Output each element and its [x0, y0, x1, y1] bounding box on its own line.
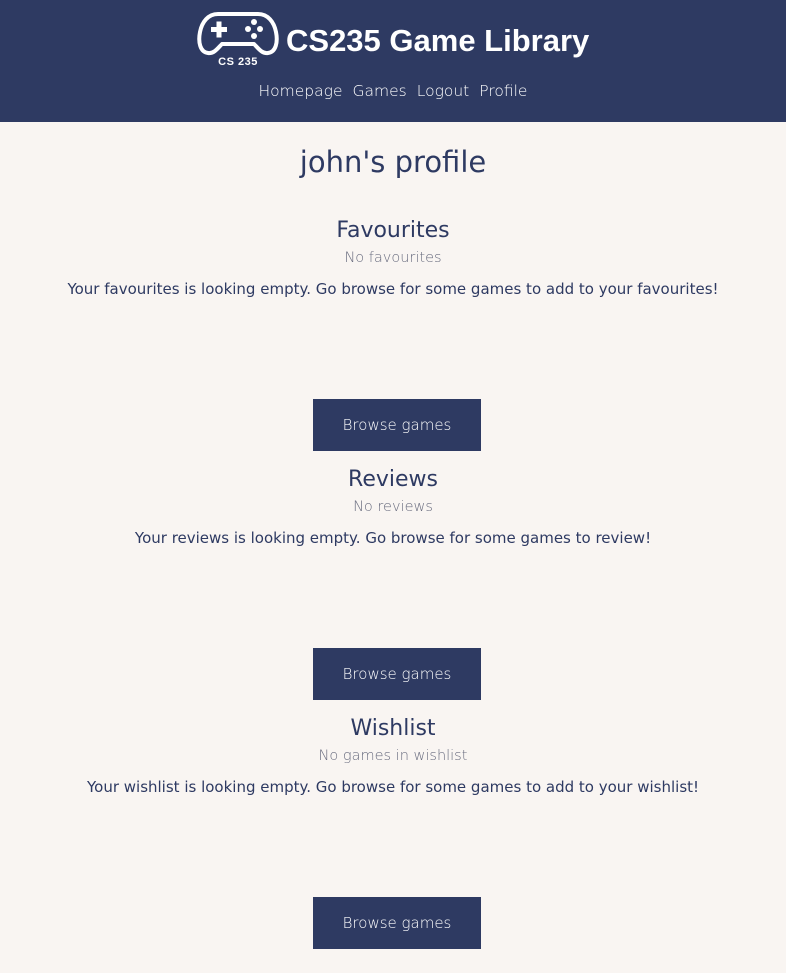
- wishlist-hint: Your wishlist is looking empty. Go brows…: [86, 778, 700, 796]
- reviews-section: Reviews No reviews Your reviews is looki…: [0, 465, 786, 700]
- wishlist-empty-text: No games in wishlist: [318, 748, 468, 764]
- reviews-heading: Reviews: [348, 467, 438, 492]
- page-title: john's profile: [299, 145, 487, 179]
- wishlist-browse-button[interactable]: Browse games: [313, 897, 481, 949]
- favourites-heading: Favourites: [336, 218, 450, 243]
- reviews-browse-button[interactable]: Browse games: [313, 648, 481, 700]
- wishlist-heading: Wishlist: [350, 716, 436, 741]
- favourites-hint: Your favourites is looking empty. Go bro…: [67, 280, 719, 298]
- reviews-hint: Your reviews is looking empty. Go browse…: [134, 529, 652, 547]
- favourites-empty-text: No favourites: [344, 250, 442, 266]
- favourites-section: Favourites No favourites Your favourites…: [0, 216, 786, 451]
- reviews-empty-text: No reviews: [353, 499, 433, 515]
- wishlist-section: Wishlist No games in wishlist Your wishl…: [0, 714, 786, 949]
- favourites-browse-button[interactable]: Browse games: [313, 399, 481, 451]
